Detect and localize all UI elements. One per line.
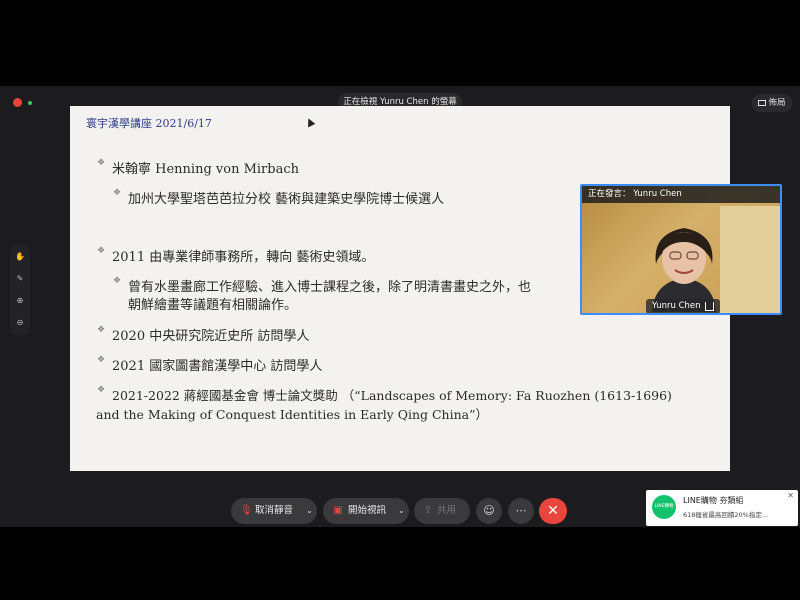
close-icon: ✕ bbox=[547, 503, 559, 519]
draw-icon[interactable]: ✎ bbox=[15, 274, 25, 284]
recording-indicator bbox=[13, 98, 22, 107]
muted-mic-icon: 🎙 bbox=[240, 505, 253, 516]
hand-icon[interactable]: ✋ bbox=[15, 252, 25, 262]
start-video-button[interactable]: ▣ 開始視訊 ⌄ bbox=[323, 498, 409, 524]
slide-sub-bullet: ❖ 曾有水墨畫廊工作經驗、進入博士課程之後，除了明清書畫史之外，也 bbox=[113, 276, 532, 295]
slide-sub-bullet-continuation: 朝鮮繪畫等議題有相關論作。 bbox=[128, 298, 298, 313]
bullet-icon: ❖ bbox=[97, 355, 106, 365]
slide-bullet: ❖ 2021-2022 蔣經國基金會 博士論文獎助 （“Landscapes of… bbox=[97, 385, 672, 403]
share-button-label: 共用 bbox=[437, 505, 457, 516]
line-shopping-icon: LINE購物 bbox=[652, 495, 676, 519]
bullet-icon: ❖ bbox=[97, 385, 106, 395]
pin-icon[interactable] bbox=[705, 302, 714, 311]
bullet-icon: ❖ bbox=[97, 325, 106, 335]
participant-avatar bbox=[652, 228, 716, 312]
unmute-button-label: 取消靜音 bbox=[255, 505, 294, 516]
bullet-icon: ❖ bbox=[97, 158, 106, 168]
participant-name-tag: Yunru Chen bbox=[646, 299, 720, 313]
slide-bullet: ❖ 2021 國家圖書館漢學中心 訪問學人 bbox=[97, 355, 323, 374]
notification-body: 618瘋省最高回饋20%指定... bbox=[683, 511, 769, 519]
slide-bullet: ❖ 2011 由專業律師事務所，轉向 藝術史領域。 bbox=[97, 246, 375, 265]
start-video-button-label: 開始視訊 bbox=[348, 505, 387, 516]
layout-button-label: 佈局 bbox=[768, 98, 786, 108]
participant-name: Yunru Chen bbox=[652, 301, 701, 311]
notification-title: LINE購物 夯類組 bbox=[683, 496, 744, 505]
connection-indicator bbox=[28, 101, 32, 105]
more-icon: ⋯ bbox=[515, 504, 527, 517]
zoom-in-icon[interactable]: ⊕ bbox=[15, 296, 25, 306]
share-icon: ⇪ bbox=[423, 505, 433, 516]
notification-toast[interactable]: LINE購物 LINE購物 夯類組 618瘋省最高回饋20%指定... ✕ bbox=[646, 490, 798, 526]
slide-sub-bullet: ❖ 加州大學聖塔芭芭拉分校 藝術與建築史學院博士候選人 bbox=[113, 188, 445, 207]
slide-bullet: ❖ 米翰寧 Henning von Mirbach bbox=[97, 158, 299, 177]
share-button[interactable]: ⇪ 共用 bbox=[414, 498, 470, 524]
layout-button[interactable]: 佈局 bbox=[752, 94, 792, 112]
layout-icon bbox=[758, 99, 767, 106]
slide-bullet: ❖ 2020 中央研究院近史所 訪問學人 bbox=[97, 325, 310, 344]
end-call-button[interactable]: ✕ bbox=[539, 498, 567, 524]
close-icon[interactable]: ✕ bbox=[787, 491, 794, 500]
reactions-button[interactable]: ☺ bbox=[476, 498, 502, 524]
smile-icon: ☺ bbox=[483, 504, 495, 517]
participant-video-tile[interactable]: 正在發言： Yunru Chen Yunru Chen bbox=[580, 184, 782, 315]
annotation-toolbar: ✋ ✎ ⊕ ⊖ bbox=[10, 244, 30, 336]
bullet-icon: ❖ bbox=[113, 188, 122, 198]
screen: 正在檢視 Yunru Chen 的螢幕 佈局 ✋ ✎ ⊕ ⊖ 寰宇漢學講座 20… bbox=[0, 0, 800, 600]
video-off-icon: ▣ bbox=[333, 505, 343, 516]
chevron-down-icon[interactable]: ⌄ bbox=[306, 498, 313, 524]
zoom-out-icon[interactable]: ⊖ bbox=[15, 318, 25, 328]
bullet-icon: ❖ bbox=[113, 276, 122, 286]
more-options-button[interactable]: ⋯ bbox=[508, 498, 534, 524]
chevron-down-icon[interactable]: ⌄ bbox=[398, 498, 405, 524]
slide-bullet-continuation: and the Making of Conquest Identities in… bbox=[96, 407, 488, 422]
slide-header: 寰宇漢學講座 2021/6/17 bbox=[86, 117, 212, 130]
speaking-label: 正在發言： Yunru Chen bbox=[582, 186, 780, 203]
bullet-icon: ❖ bbox=[97, 246, 106, 256]
unmute-button[interactable]: 🎙 取消靜音 ⌄ bbox=[231, 498, 317, 524]
